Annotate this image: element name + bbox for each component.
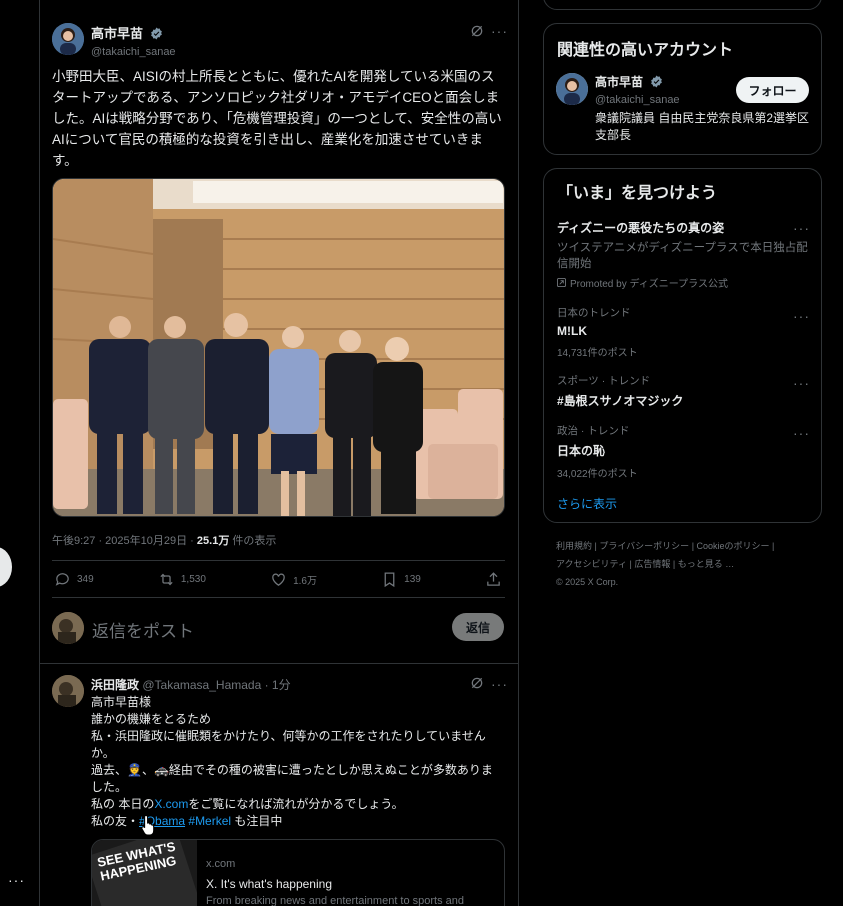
post-image[interactable] bbox=[52, 178, 505, 517]
trend-item[interactable]: 政治 · トレンド 日本の恥 34,022件のポスト bbox=[557, 423, 812, 480]
nav-more-icon[interactable]: ··· bbox=[8, 872, 25, 888]
view-label: 件の表示 bbox=[229, 535, 277, 547]
reply-count: 349 bbox=[77, 573, 94, 585]
reply-time[interactable]: · 1分 bbox=[261, 678, 291, 692]
repost-icon bbox=[160, 573, 173, 585]
like-icon bbox=[272, 573, 285, 586]
footer-more[interactable]: もっと見る … bbox=[678, 559, 735, 569]
bookmark-count: 139 bbox=[404, 573, 421, 585]
verified-icon bbox=[651, 75, 663, 88]
link-card-title: X. It's what's happening bbox=[206, 877, 332, 891]
trend-more-icon[interactable]: ··· bbox=[793, 426, 810, 440]
trends-heading: 「いま」を見つけよう bbox=[557, 185, 718, 202]
bookmark-icon bbox=[384, 571, 395, 587]
nav-collapsed-circle[interactable] bbox=[0, 547, 12, 587]
reply-button[interactable]: 349 bbox=[54, 571, 94, 588]
verified-icon bbox=[151, 27, 163, 40]
reply-icon bbox=[55, 572, 69, 586]
trend-post-count: 34,022件のポスト bbox=[557, 469, 638, 480]
relevant-bio: 衆議院議員 自由民主党奈良県第2選挙区支部長 bbox=[595, 111, 810, 142]
link-card[interactable]: SEE WHAT'S HAPPENING x.com X. It's what'… bbox=[91, 839, 505, 906]
footer-terms[interactable]: 利用規約 bbox=[556, 541, 592, 551]
relevant-accounts-heading: 関連性の高いアカウント bbox=[557, 42, 734, 59]
footer-cookies[interactable]: Cookieのポリシー bbox=[697, 541, 770, 551]
reply-line: 過去、👮、🚓経由でその種の被害に遭ったとしか思えぬことが多数ありました。 bbox=[91, 763, 493, 794]
trends-card: 「いま」を見つけよう ディズニーの悪役たちの真の姿 ツイステアニメがディズニープ… bbox=[543, 168, 822, 523]
main-column: 高市早苗 @takaichi_sanae ··· 小野田大臣、AISIの村上所長… bbox=[39, 0, 519, 906]
like-count: 1.6万 bbox=[293, 575, 317, 587]
divider bbox=[40, 663, 518, 664]
author-avatar[interactable] bbox=[52, 23, 84, 55]
footer-ads[interactable]: 広告情報 bbox=[634, 559, 670, 569]
relevant-avatar[interactable] bbox=[556, 73, 588, 105]
relevant-accounts-card: 関連性の高いアカウント 高市早苗 @takaichi_sanae フォロー 衆議… bbox=[543, 23, 822, 155]
trend-title: M!LK bbox=[557, 324, 587, 338]
trend-item[interactable]: スポーツ · トレンド #島根スサノオマジック bbox=[557, 373, 812, 409]
more-icon[interactable]: ··· bbox=[491, 24, 508, 38]
trend-more-icon[interactable]: ··· bbox=[793, 376, 810, 390]
share-button[interactable] bbox=[485, 571, 502, 588]
trend-post-count: 14,731件のポスト bbox=[557, 348, 638, 359]
divider bbox=[52, 597, 505, 598]
footer-privacy[interactable]: プライバシーポリシー bbox=[599, 541, 689, 551]
show-more-link[interactable]: さらに表示 bbox=[557, 495, 617, 512]
trend-desc: ツイステアニメがディズニープラスで本日独占配信開始 bbox=[557, 242, 808, 270]
trend-title: 日本の恥 bbox=[557, 444, 606, 458]
reply-grok-icon[interactable] bbox=[469, 675, 485, 691]
relevant-name[interactable]: 高市早苗 bbox=[595, 75, 643, 89]
reply-text: 高市早苗様 誰かの機嫌をとるため 私・浜田隆政に催眠類をかけたり、何等かの工作を… bbox=[91, 694, 501, 830]
reply-submit-button[interactable]: 返信 bbox=[452, 613, 504, 641]
reply-link[interactable]: X.com bbox=[154, 797, 188, 811]
author-name[interactable]: 高市早苗 bbox=[91, 26, 143, 41]
footer-links: 利用規約 | プライバシーポリシー | Cookieのポリシー | アクセシビリ… bbox=[556, 537, 826, 591]
link-card-domain: x.com bbox=[206, 858, 236, 870]
trend-context: 政治 · トレンド bbox=[557, 425, 630, 437]
grok-icon[interactable] bbox=[469, 23, 485, 39]
reply-input[interactable]: 返信をポスト bbox=[92, 617, 194, 642]
post-time[interactable]: 午後9:27 · 2025年10月29日 · bbox=[52, 535, 197, 547]
reply-line: 高市早苗様 bbox=[91, 695, 152, 709]
trend-more-icon[interactable]: ··· bbox=[793, 309, 810, 323]
hand-cursor-icon bbox=[141, 814, 155, 836]
reply-more-icon[interactable]: ··· bbox=[491, 677, 508, 691]
trend-title: #島根スサノオマジック bbox=[557, 394, 684, 408]
reply-author-avatar[interactable] bbox=[52, 675, 84, 707]
link-card-description: From breaking news and entertainment to … bbox=[206, 895, 465, 906]
post-text: 小野田大臣、AISIの村上所長とともに、優れたAIを開発している米国のスタートア… bbox=[52, 69, 502, 168]
reply-author-name[interactable]: 浜田隆政 bbox=[91, 678, 139, 692]
relevant-handle[interactable]: @takaichi_sanae bbox=[595, 94, 680, 106]
top-card-fragment bbox=[543, 0, 822, 10]
like-button[interactable]: 1.6万 bbox=[270, 571, 317, 588]
trend-item-promoted[interactable]: ディズニーの悪役たちの真の姿 ツイステアニメがディズニープラスで本日独占配信開始… bbox=[557, 219, 812, 290]
trend-context: 日本のトレンド bbox=[557, 307, 631, 319]
repost-button[interactable]: 1,530 bbox=[158, 571, 206, 588]
reply-line: 私・浜田隆政に催眠類をかけたり、何等かの工作をされたりしていませんか。 bbox=[91, 729, 486, 760]
share-icon bbox=[487, 571, 500, 586]
reply-author-handle[interactable]: @Takamasa_Hamada bbox=[142, 678, 261, 692]
trend-more-icon[interactable]: ··· bbox=[793, 221, 810, 235]
reply-line: 誰かの機嫌をとるため bbox=[91, 712, 212, 726]
link-card-image: SEE WHAT'S HAPPENING bbox=[92, 840, 197, 906]
bookmark-button[interactable]: 139 bbox=[381, 571, 421, 588]
post-meta: 午後9:27 · 2025年10月29日 · 25.1万 件の表示 bbox=[52, 532, 276, 548]
promoted-icon bbox=[557, 278, 566, 287]
trend-title: ディズニーの悪役たちの真の姿 bbox=[557, 221, 725, 235]
post-actions: 349 1,530 1.6万 139 bbox=[54, 569, 502, 589]
repost-count: 1,530 bbox=[180, 573, 206, 585]
divider bbox=[52, 560, 505, 561]
footer-accessibility[interactable]: アクセシビリティ bbox=[556, 559, 627, 569]
footer-copyright: © 2025 X Corp. bbox=[556, 577, 619, 587]
follow-button[interactable]: フォロー bbox=[736, 77, 809, 103]
trend-promoted: Promoted by ディズニープラス公式 bbox=[570, 279, 728, 290]
trend-context: スポーツ · トレンド bbox=[557, 375, 651, 387]
my-avatar[interactable] bbox=[52, 612, 84, 644]
author-handle[interactable]: @takaichi_sanae bbox=[91, 46, 176, 58]
hashtag-merkel[interactable]: #Merkel bbox=[188, 814, 231, 828]
trend-item[interactable]: 日本のトレンド M!LK 14,731件のポスト bbox=[557, 305, 812, 359]
view-count: 25.1万 bbox=[196, 535, 230, 547]
reply-line: 私の 本日のX.comをご覧になれば流れが分かるでしょう。 bbox=[91, 797, 404, 811]
